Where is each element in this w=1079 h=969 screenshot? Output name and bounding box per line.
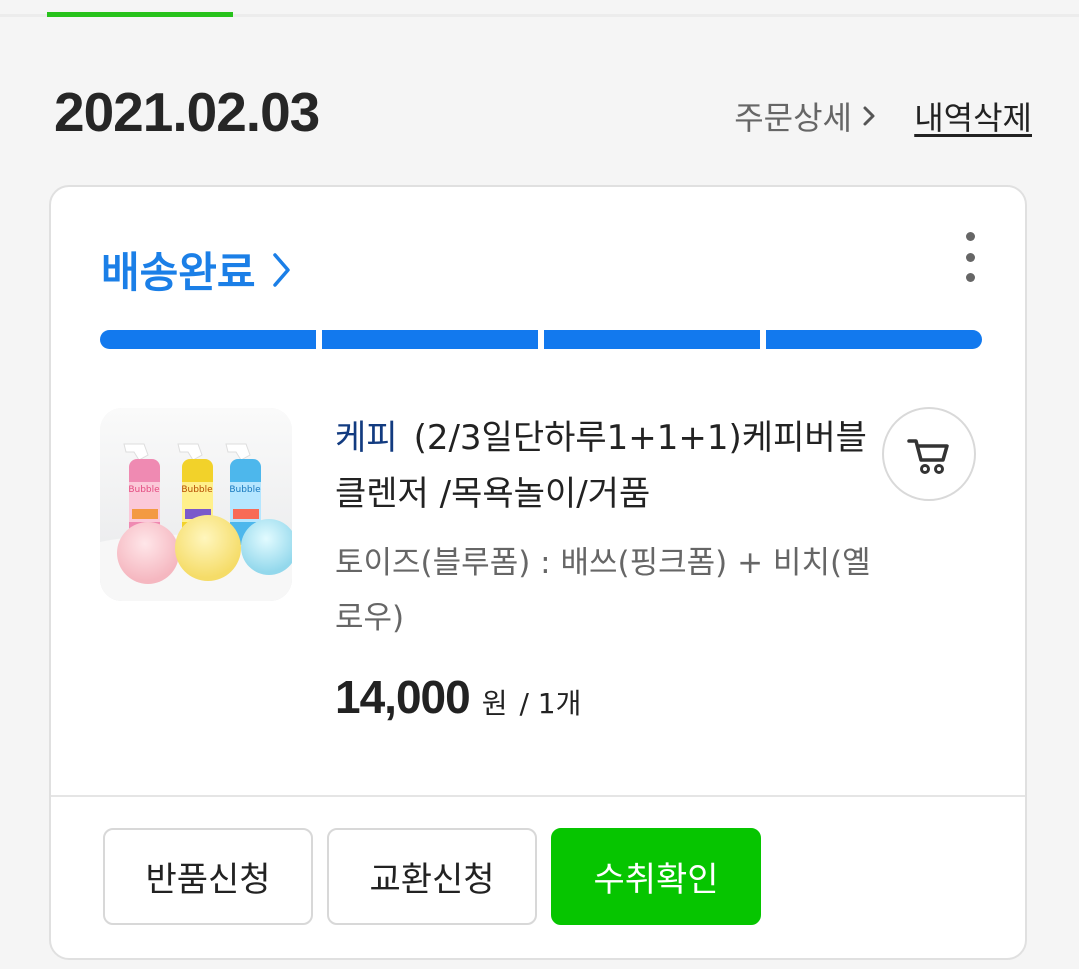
product-option: 토이즈(블루폼) : 배쓰(핑크폼) + 비치(옐로우) [335, 545, 871, 636]
delivery-progress-step [322, 330, 538, 349]
order-date: 2021.02.03 [54, 81, 320, 143]
delivery-status-label: 배송완료 [101, 248, 256, 297]
delivery-status-link[interactable]: 배송완료 [101, 239, 292, 300]
return-request-button[interactable]: 반품신청 [103, 828, 313, 925]
product-thumbnail[interactable]: Bubble Bubble Bubble [100, 408, 292, 601]
shopping-cart-icon [907, 439, 949, 474]
delete-history-link[interactable]: 내역삭제 [914, 96, 1032, 137]
order-quantity: / 1개 [519, 687, 582, 720]
chevron-right-icon [272, 252, 290, 287]
order-detail-link[interactable]: 주문상세 [734, 96, 877, 137]
delivery-progress-step [100, 330, 316, 349]
product-info: 케피 (2/3일단하루1+1+1)케피버블 클렌저 /목욕놀이/거품 토이즈(블루… [335, 410, 895, 724]
product-title[interactable]: 케피 (2/3일단하루1+1+1)케피버블 클렌저 /목욕놀이/거품 [335, 410, 895, 522]
svg-text:Bubble: Bubble [229, 485, 261, 495]
receipt-confirm-button[interactable]: 수취확인 [551, 828, 761, 925]
product-price: 14,000 원 / 1개 [335, 670, 895, 724]
price-currency: 원 [481, 687, 508, 720]
order-card: 배송완료 Bubble Bubble Bubble 케피 (2/3일단하루1+1… [49, 185, 1027, 960]
product-name: (2/3일단하루1+1+1)케피버블 클렌저 /목욕놀이/거품 [335, 418, 867, 514]
more-dot [965, 273, 975, 282]
delivery-progress-step [766, 330, 982, 349]
more-vertical-icon[interactable] [961, 232, 979, 282]
chevron-right-icon [863, 106, 875, 126]
order-actions: 반품신청 교환신청 수취확인 [103, 828, 761, 925]
order-detail-label: 주문상세 [734, 99, 852, 137]
svg-text:Bubble: Bubble [128, 485, 160, 495]
cart-button[interactable] [882, 407, 976, 501]
order-header: 2021.02.03 주문상세 내역삭제 [54, 76, 1032, 152]
active-tab-indicator [47, 12, 233, 17]
delivery-progress-bar [100, 330, 982, 349]
svg-text:Bubble: Bubble [181, 485, 213, 495]
more-dot [965, 232, 975, 241]
exchange-request-button[interactable]: 교환신청 [327, 828, 537, 925]
card-divider [51, 795, 1025, 797]
more-dot [965, 252, 975, 262]
delivery-progress-step [544, 330, 760, 349]
product-brand: 케피 [335, 418, 398, 458]
price-value: 14,000 [335, 671, 471, 723]
product-image: Bubble Bubble Bubble [100, 408, 292, 601]
